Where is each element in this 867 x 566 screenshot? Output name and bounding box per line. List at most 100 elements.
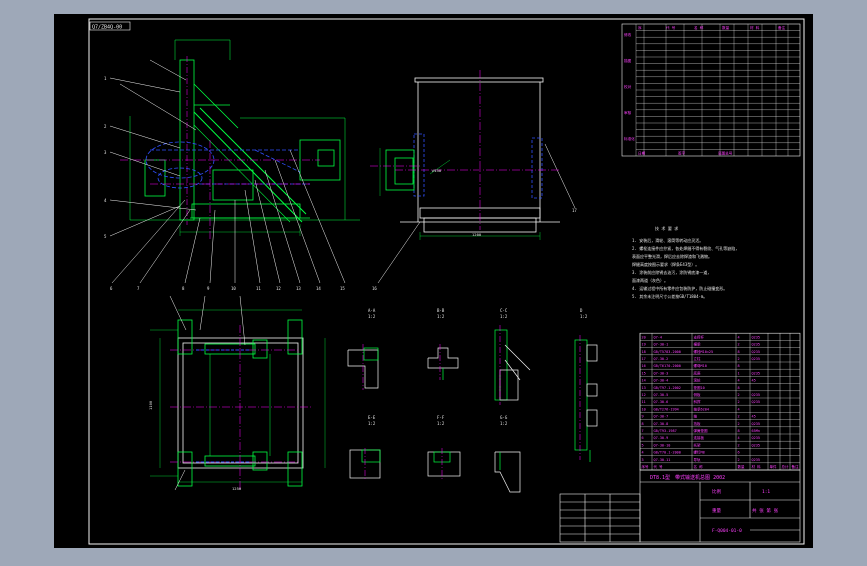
parts-cell: 8 — [738, 364, 740, 368]
parts-cell: 2 — [738, 357, 740, 361]
plan-width-dim: 1250 — [232, 486, 242, 491]
parts-cell: 18 — [642, 350, 646, 354]
parts-cell: 3 — [642, 458, 644, 462]
parts-cell: Q7-30-3 — [654, 371, 669, 375]
parts-cell: 4 — [738, 379, 740, 383]
parts-cell: Q7-30-11 — [654, 458, 671, 462]
parts-cell: 导轨 — [694, 457, 702, 462]
parts-cell: 2 — [738, 422, 740, 426]
parts-cell: 弹簧垫圈 — [694, 428, 708, 433]
parts-cell: GB/T6170-2000 — [654, 364, 681, 368]
revision-table: 序 代 号 名 称 数量 材 料 备注修改描图校对审核标准化日期 签字 底图总号 — [621, 23, 801, 157]
parts-cell: 5 — [642, 443, 644, 447]
parts-cell: GB/T70.1-2000 — [654, 451, 681, 455]
balloon-10: 10 — [231, 286, 236, 291]
note-line-3: 表面应平整光滑，焊后应去除焊渣和飞溅物。 — [632, 253, 712, 259]
balloon-12: 12 — [276, 286, 281, 291]
parts-cell: 轴承6204 — [694, 406, 709, 411]
scale-label: 比例 — [712, 488, 721, 495]
parts-header-cell: 名 称 — [694, 464, 704, 469]
parts-cell: Q7-30-6 — [654, 400, 669, 404]
section-label-g: G-G — [500, 415, 508, 420]
parts-cell: 4 — [642, 451, 644, 455]
parts-cell: 2 — [738, 400, 740, 404]
parts-cell: 2 — [738, 415, 740, 419]
parts-cell: Q7-30-9 — [654, 436, 669, 440]
rev-header-cell: 代 号 — [666, 25, 676, 30]
parts-cell: 2 — [738, 443, 740, 447]
parts-cell: 轴 — [694, 414, 698, 419]
parts-cell: 20 — [642, 335, 646, 339]
note-line-7: 4. 运输过程中所有零件应包装防护，防止碰撞变形。 — [632, 285, 727, 291]
balloon-15: 15 — [340, 286, 345, 291]
parts-cell: 10 — [642, 407, 646, 411]
parts-cell: 2 — [738, 343, 740, 347]
parts-cell: Q7-30-4 — [654, 379, 669, 383]
parts-cell: 2 — [738, 393, 740, 397]
parts-cell: 4 — [738, 407, 740, 411]
parts-header-cell: 备注 — [792, 464, 800, 469]
rev-group-label: 标准化 — [624, 136, 635, 141]
parts-cell: 横梁 — [694, 342, 702, 347]
weight-label: 重量 — [712, 507, 721, 514]
parts-cell: 侧板 — [694, 392, 702, 397]
parts-cell: Q7-30-8 — [654, 422, 669, 426]
sheet-label: 共 张 第 张 — [752, 507, 779, 514]
parts-header-cell: 序号 — [642, 464, 650, 469]
parts-cell: 底座 — [694, 370, 702, 375]
parts-cell: Q235 — [752, 400, 760, 404]
drawing-number: F-Q004-01-0 — [712, 528, 742, 534]
parts-cell: 2 — [738, 458, 740, 462]
parts-cell: 6 — [738, 451, 740, 455]
parts-cell: 托架 — [694, 442, 702, 447]
rev-header-cell: 数量 — [722, 25, 730, 30]
balloon-17: 17 — [572, 208, 577, 213]
section-scale-e: 1:2 — [368, 421, 376, 426]
parts-cell: 斜撑 — [694, 399, 702, 404]
note-line-1: 1. 安装后，滑轮、滚筒等转动应灵活。 — [632, 237, 703, 243]
rev-footer-cell: 底图总号 — [718, 151, 733, 156]
rev-footer-cell: 日期 — [638, 151, 646, 156]
parts-cell: 4 — [738, 436, 740, 440]
parts-cell: 17 — [642, 357, 646, 361]
parts-header-cell: 单件 — [770, 464, 778, 469]
parts-cell: 14 — [642, 379, 646, 383]
parts-header-cell: 代 号 — [654, 464, 664, 469]
section-label-e: E-E — [368, 415, 376, 420]
parts-cell: 8 — [738, 350, 740, 354]
section-scale-c: 1:2 — [500, 314, 508, 319]
parts-cell: 13 — [642, 386, 646, 390]
notes-heading: 技 术 要 求 — [655, 225, 678, 231]
parts-cell: 19 — [642, 343, 646, 347]
parts-header-cell: 材 料 — [752, 464, 762, 469]
parts-cell: Q235 — [752, 357, 760, 361]
parts-cell: 连接板 — [694, 435, 705, 440]
drawing-canvas[interactable]: Q7/ZB4Q-00 1 2 3 4 5 6 7 8 9 10 11 12 13… — [0, 0, 867, 562]
parts-cell: GB/T93-1987 — [654, 429, 677, 433]
section-scale-d: 1:2 — [580, 314, 588, 319]
side-width-dim: 1200 — [472, 232, 482, 237]
parts-cell: Q7-30-1 — [654, 343, 669, 347]
section-scale-f: 1:2 — [437, 421, 445, 426]
parts-cell: 垫圈10 — [694, 385, 705, 390]
section-scale-a: 1:2 — [368, 314, 376, 319]
note-line-6: 面漆两道（灰色）。 — [632, 277, 668, 283]
parts-cell: Q7-30-5 — [654, 393, 669, 397]
parts-cell: 12 — [642, 393, 646, 397]
section-label-b: B-B — [437, 308, 445, 313]
rev-header-cell: 序 — [638, 25, 642, 30]
note-line-5: 3. 涂装前应除锈去油污，涂防锈底漆一道， — [632, 269, 711, 275]
parts-cell: 4 — [738, 335, 740, 339]
parts-cell: 8 — [738, 429, 740, 433]
scale-value: 1:1 — [762, 489, 770, 495]
parts-cell: Q235 — [752, 371, 760, 375]
parts-cell: Q235 — [752, 436, 760, 440]
rev-group-label: 校对 — [624, 84, 632, 89]
parts-cell: Q235 — [752, 335, 760, 339]
cad-viewport[interactable]: Q7/ZB4Q-00 1 2 3 4 5 6 7 8 9 10 11 12 13… — [0, 0, 867, 562]
section-scale-g: 1:2 — [500, 421, 508, 426]
parts-cell: 8 — [738, 386, 740, 390]
rev-header-cell: 备注 — [778, 25, 786, 30]
parts-cell: 8 — [642, 422, 644, 426]
rev-group-label: 描图 — [624, 58, 632, 63]
